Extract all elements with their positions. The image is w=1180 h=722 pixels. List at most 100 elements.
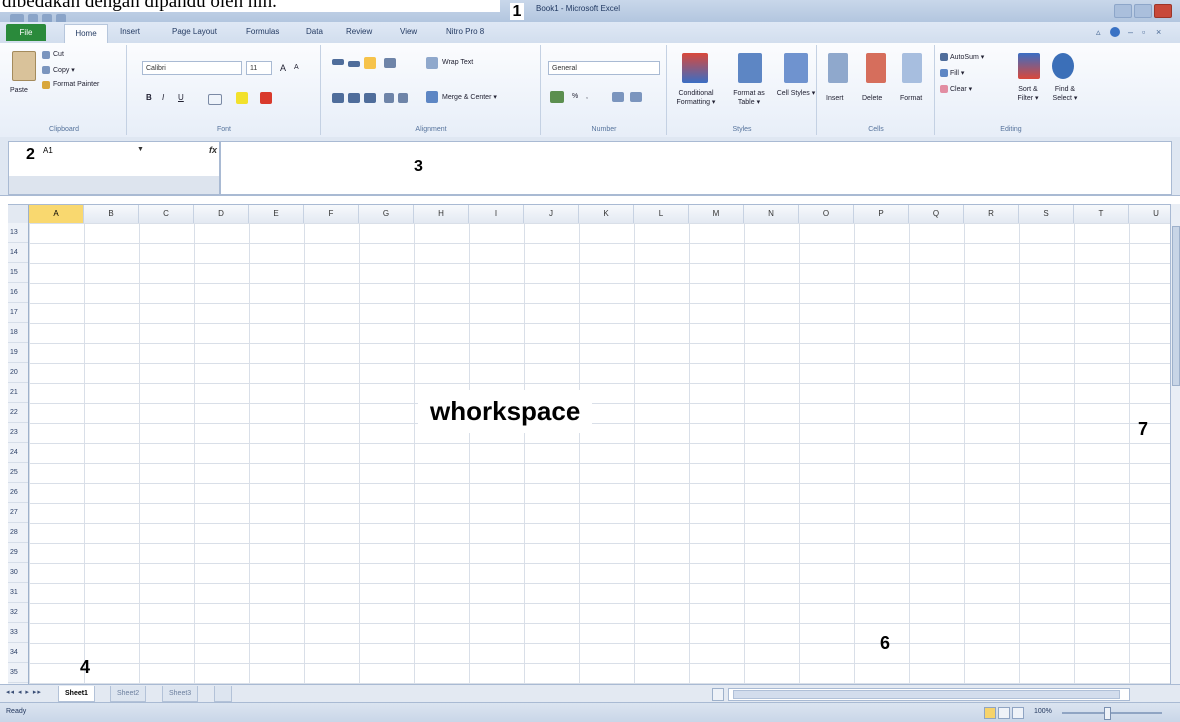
column-header[interactable]: O xyxy=(799,205,854,223)
row-header[interactable]: 35 xyxy=(8,663,28,683)
cut-button[interactable]: Cut xyxy=(53,51,64,58)
delete-cells-button[interactable]: Delete xyxy=(862,95,882,102)
shrink-font-button[interactable]: A xyxy=(294,64,299,71)
font-name-select[interactable]: Calibri xyxy=(142,61,242,75)
grow-font-button[interactable]: A xyxy=(280,63,286,73)
row-header[interactable]: 27 xyxy=(8,503,28,523)
page-break-view-icon[interactable] xyxy=(1012,707,1024,719)
row-header[interactable]: 21 xyxy=(8,383,28,403)
row-header[interactable]: 13 xyxy=(8,223,28,243)
currency-icon[interactable] xyxy=(550,91,564,103)
increase-decimal-icon[interactable] xyxy=(612,92,624,102)
column-header[interactable]: R xyxy=(964,205,1019,223)
row-header[interactable]: 20 xyxy=(8,363,28,383)
column-header[interactable]: B xyxy=(84,205,139,223)
zoom-slider-knob[interactable] xyxy=(1104,707,1111,720)
column-header[interactable]: U xyxy=(1129,205,1170,223)
row-header[interactable]: 23 xyxy=(8,423,28,443)
column-header[interactable]: P xyxy=(854,205,909,223)
row-header[interactable]: 32 xyxy=(8,603,28,623)
minimize-button[interactable] xyxy=(1114,4,1132,18)
row-header[interactable]: 22 xyxy=(8,403,28,423)
row-header[interactable]: 29 xyxy=(8,543,28,563)
horizontal-scroll-thumb[interactable] xyxy=(733,690,1120,699)
increase-indent-icon[interactable] xyxy=(398,93,408,103)
tab-review[interactable]: Review xyxy=(346,27,372,36)
row-header[interactable]: 15 xyxy=(8,263,28,283)
vertical-scrollbar[interactable] xyxy=(1170,204,1180,684)
row-header[interactable]: 31 xyxy=(8,583,28,603)
wrap-text-button[interactable]: Wrap Text xyxy=(442,59,473,66)
row-header[interactable]: 34 xyxy=(8,643,28,663)
align-top-icon[interactable] xyxy=(332,59,344,65)
row-header[interactable]: 30 xyxy=(8,563,28,583)
tab-formulas[interactable]: Formulas xyxy=(246,27,279,36)
column-header[interactable]: Q xyxy=(909,205,964,223)
align-middle-icon[interactable] xyxy=(348,61,360,67)
row-header[interactable]: 17 xyxy=(8,303,28,323)
sheet-nav-arrows-icon[interactable]: ◂◂ ◂ ▸ ▸▸ xyxy=(6,688,42,696)
row-header[interactable]: 18 xyxy=(8,323,28,343)
column-header[interactable]: N xyxy=(744,205,799,223)
name-box[interactable]: A1 ▼ fx xyxy=(8,141,220,195)
column-header[interactable]: T xyxy=(1074,205,1129,223)
formula-input[interactable] xyxy=(220,141,1172,195)
row-header[interactable]: 28 xyxy=(8,523,28,543)
tab-nitro[interactable]: Nitro Pro 8 xyxy=(446,27,484,36)
format-cells-button[interactable]: Format xyxy=(900,95,922,102)
tab-view[interactable]: View xyxy=(400,27,417,36)
copy-button[interactable]: Copy ▾ xyxy=(53,66,75,74)
paste-icon[interactable] xyxy=(12,51,36,81)
row-header[interactable]: 26 xyxy=(8,483,28,503)
clear-button[interactable]: Clear ▾ xyxy=(950,85,972,93)
bold-button[interactable]: B xyxy=(146,93,152,102)
paste-button[interactable]: Paste xyxy=(10,87,28,94)
decrease-indent-icon[interactable] xyxy=(384,93,394,103)
close-button[interactable] xyxy=(1154,4,1172,18)
row-header[interactable]: 25 xyxy=(8,463,28,483)
comma-button[interactable]: , xyxy=(586,93,588,100)
column-header[interactable]: L xyxy=(634,205,689,223)
column-header[interactable]: S xyxy=(1019,205,1074,223)
autosum-button[interactable]: AutoSum ▾ xyxy=(950,53,984,61)
font-size-select[interactable]: 11 xyxy=(246,61,272,75)
cell-styles-button[interactable]: Cell Styles ▾ xyxy=(776,89,816,98)
conditional-formatting-button[interactable]: Conditional Formatting ▾ xyxy=(670,89,722,107)
sort-filter-button[interactable]: Sort & Filter ▾ xyxy=(1010,85,1046,103)
window-close-icon[interactable]: × xyxy=(1156,27,1161,37)
normal-view-icon[interactable] xyxy=(984,707,996,719)
italic-button[interactable]: I xyxy=(162,93,164,102)
sheet-tab-2[interactable]: Sheet2 xyxy=(110,686,147,702)
split-handle[interactable] xyxy=(712,688,724,701)
insert-cells-button[interactable]: Insert xyxy=(826,95,844,102)
number-format-select[interactable]: General xyxy=(548,61,660,75)
merge-center-button[interactable]: Merge & Center ▾ xyxy=(442,93,497,101)
column-header[interactable]: G xyxy=(359,205,414,223)
zoom-slider[interactable] xyxy=(1062,712,1162,714)
border-icon[interactable] xyxy=(208,94,222,105)
tab-data[interactable]: Data xyxy=(306,27,323,36)
page-layout-view-icon[interactable] xyxy=(998,707,1010,719)
row-header[interactable]: 19 xyxy=(8,343,28,363)
row-header[interactable]: 16 xyxy=(8,283,28,303)
align-center-icon[interactable] xyxy=(348,93,360,103)
insert-sheet-icon[interactable] xyxy=(214,686,232,702)
underline-button[interactable]: U xyxy=(178,93,184,102)
column-header[interactable]: I xyxy=(469,205,524,223)
font-color-icon[interactable] xyxy=(260,92,272,104)
vertical-scroll-thumb[interactable] xyxy=(1172,226,1180,386)
column-header[interactable]: K xyxy=(579,205,634,223)
sheet-tab-3[interactable]: Sheet3 xyxy=(162,686,199,702)
column-header[interactable]: D xyxy=(194,205,249,223)
insert-function-icon[interactable]: fx xyxy=(209,145,217,155)
horizontal-scrollbar[interactable] xyxy=(728,688,1130,701)
format-painter-button[interactable]: Format Painter xyxy=(53,81,99,88)
minimize-ribbon-icon[interactable]: ▵ xyxy=(1096,27,1101,38)
column-header[interactable]: E xyxy=(249,205,304,223)
window-minimize-icon[interactable]: – xyxy=(1128,27,1133,37)
fill-button[interactable]: Fill ▾ xyxy=(950,69,964,77)
align-bottom-icon[interactable] xyxy=(364,57,376,69)
tab-page-layout[interactable]: Page Layout xyxy=(172,27,217,36)
find-select-button[interactable]: Find & Select ▾ xyxy=(1046,85,1084,103)
format-as-table-button[interactable]: Format as Table ▾ xyxy=(726,89,772,107)
